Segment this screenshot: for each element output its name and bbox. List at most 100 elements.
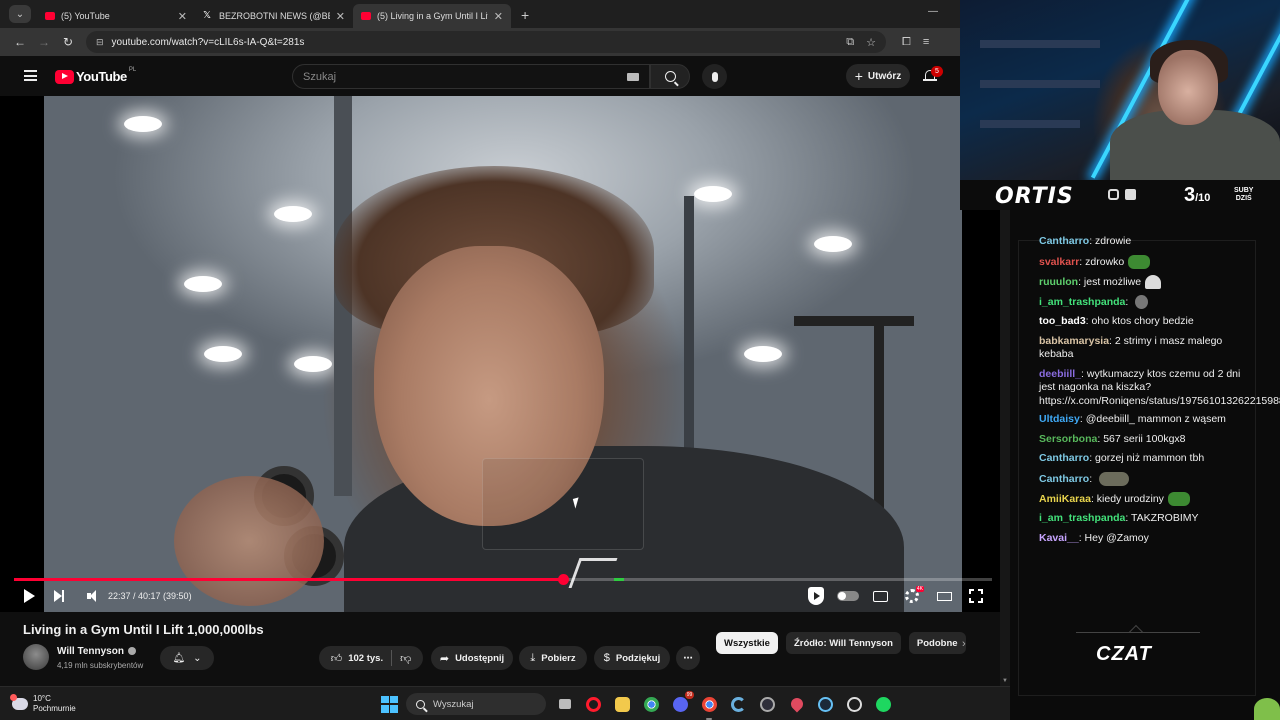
bookmark-star-icon[interactable]: ☆ xyxy=(866,36,876,49)
spotify-icon[interactable] xyxy=(873,694,894,715)
new-tab-button[interactable]: + xyxy=(521,7,529,23)
chat-username[interactable]: Cantharro xyxy=(1039,473,1089,485)
next-button[interactable] xyxy=(44,584,74,608)
chat-username[interactable]: deebiill_ xyxy=(1039,368,1081,380)
browser-tab-strip: ⌄ (5) YouTube ✕ 𝕏 BEZROBOTNI NEWS (@BEZR… xyxy=(0,0,960,28)
address-bar[interactable]: ⊟ youtube.com/watch?v=cLIL6s-IA-Q&t=281s… xyxy=(86,31,886,53)
more-horizontal-icon: ⋯ xyxy=(683,652,693,664)
minimize-window-icon[interactable]: — xyxy=(928,6,938,17)
site-info-icon[interactable]: ⊟ xyxy=(96,37,104,48)
youtube-favicon-icon xyxy=(361,12,371,20)
scroll-down-icon[interactable]: ▼ xyxy=(1002,678,1008,684)
tab-search-button[interactable]: ⌄ xyxy=(9,5,31,23)
back-arrow-icon[interactable]: ← xyxy=(8,35,32,49)
reload-icon[interactable]: ↻ xyxy=(56,35,80,49)
task-view-icon[interactable] xyxy=(554,694,575,715)
discord-icon[interactable]: 99 xyxy=(670,690,694,715)
settings-button[interactable]: 4K xyxy=(896,584,928,608)
region-code: PL xyxy=(128,66,137,73)
reading-list-icon[interactable]: ≡ xyxy=(923,36,929,49)
tab-x-bezrobotni[interactable]: 𝕏 BEZROBOTNI NEWS (@BEZROB ✕ xyxy=(195,4,353,28)
chip-from-channel[interactable]: Źródło: Will Tennyson xyxy=(785,632,901,654)
chat-username[interactable]: Cantharro xyxy=(1039,452,1089,464)
file-explorer-icon[interactable] xyxy=(612,694,633,715)
chat-username[interactable]: Ultdaisy xyxy=(1039,413,1080,425)
chat-username[interactable]: i_am_trashpanda xyxy=(1039,296,1125,308)
chip-related[interactable]: Podobne xyxy=(908,632,966,654)
sub-goal-label: SUBY DZIŚ xyxy=(1234,187,1254,202)
chat-username[interactable]: Kavai__ xyxy=(1039,532,1079,544)
video-frame[interactable] xyxy=(44,96,962,612)
chat-username[interactable]: babkamarysia xyxy=(1039,335,1109,347)
search-button[interactable] xyxy=(650,64,690,89)
theater-mode-button[interactable] xyxy=(928,584,960,608)
weather-condition: Pochmurnie xyxy=(33,704,76,713)
download-button[interactable]: ⤓ Pobierz xyxy=(519,646,587,670)
sub-goal-counter: 3/10 xyxy=(1184,184,1211,206)
create-label: Utwórz xyxy=(867,70,902,82)
cast-icon[interactable]: ⧉ xyxy=(846,36,854,49)
search-input[interactable] xyxy=(303,70,627,83)
more-actions-button[interactable]: ⋯ xyxy=(676,646,700,670)
create-button[interactable]: + Utwórz xyxy=(846,64,910,88)
fullscreen-button[interactable] xyxy=(960,584,992,608)
tab-close-icon[interactable]: ✕ xyxy=(336,10,345,23)
menu-hamburger-icon[interactable] xyxy=(24,70,37,81)
youtube-logo[interactable]: YouTube PL xyxy=(55,66,137,84)
tab-youtube-video[interactable]: (5) Living in a Gym Until I Lift 1 ✕ xyxy=(353,4,511,28)
volume-icon xyxy=(87,590,96,602)
streamer-name: ORTIS xyxy=(995,184,1074,209)
maps-pin-icon[interactable] xyxy=(786,694,807,715)
channel-name[interactable]: Will Tennyson xyxy=(57,646,136,657)
chat-username[interactable]: ruuulon xyxy=(1039,276,1078,288)
voice-search-button[interactable] xyxy=(702,64,727,89)
chat-username[interactable]: i_am_trashpanda xyxy=(1039,512,1125,524)
play-button[interactable] xyxy=(14,584,44,608)
mute-button[interactable] xyxy=(74,584,104,608)
taskbar-search[interactable]: Wyszukaj xyxy=(406,693,546,715)
tab-title: (5) YouTube xyxy=(61,11,110,21)
chat-text: Hey @Zamoy xyxy=(1084,531,1149,544)
forward-arrow-icon[interactable]: → xyxy=(32,35,56,49)
channel-avatar[interactable] xyxy=(23,644,49,670)
autoplay-toggle-icon xyxy=(837,591,859,601)
frog-emote-icon xyxy=(1128,254,1151,269)
thumbs-down-icon[interactable]: 👎︎ xyxy=(400,652,411,665)
video-player[interactable]: 22:37 / 40:17 (39:50) 4K xyxy=(0,96,1000,612)
weather-widget[interactable]: 10°C Pochmurnie xyxy=(10,694,76,714)
chrome-icon[interactable] xyxy=(641,694,662,715)
chat-username[interactable]: Cantharro xyxy=(1039,235,1089,247)
chat-message: i_am_trashpanda: TAKZROBIMY xyxy=(1039,512,1199,525)
like-count[interactable]: 102 tys. xyxy=(348,653,383,664)
start-button-windows-icon[interactable] xyxy=(381,695,398,713)
sponsor-skip-button[interactable] xyxy=(800,584,832,608)
chat-text: @deebiill_ mammon z wąsem xyxy=(1085,413,1226,426)
chatgpt-icon[interactable] xyxy=(844,694,865,715)
x-favicon-icon: 𝕏 xyxy=(203,10,212,21)
tab-youtube-home[interactable]: (5) YouTube ✕ xyxy=(37,4,195,28)
thumbs-up-icon[interactable]: 👍︎ xyxy=(331,652,343,665)
tab-close-icon[interactable]: ✕ xyxy=(178,10,187,23)
chat-text: zdrowko xyxy=(1085,255,1125,268)
thanks-button[interactable]: $ Podziękuj xyxy=(594,646,670,670)
autoplay-toggle[interactable] xyxy=(832,584,864,608)
steam-icon[interactable] xyxy=(815,694,836,715)
opera-gx-icon[interactable] xyxy=(583,694,604,715)
youtube-play-logo-icon xyxy=(55,69,74,84)
extensions-icon[interactable]: ⧠ xyxy=(902,36,911,49)
tab-close-icon[interactable]: ✕ xyxy=(494,10,503,23)
chat-username[interactable]: too_bad3 xyxy=(1039,315,1086,327)
keyboard-icon[interactable] xyxy=(627,72,639,81)
progress-bar[interactable] xyxy=(14,574,992,585)
chrome-active-icon[interactable] xyxy=(699,694,720,720)
ccleaner-icon[interactable] xyxy=(728,694,749,715)
subtitles-button[interactable] xyxy=(864,584,896,608)
chat-username[interactable]: Sersorbona xyxy=(1039,433,1097,445)
chat-username[interactable]: svalkarr xyxy=(1039,255,1079,267)
chip-all[interactable]: Wszystkie xyxy=(716,632,778,654)
obs-icon[interactable] xyxy=(757,694,778,715)
chat-username[interactable]: AmiiKaraa xyxy=(1039,493,1091,505)
subscription-notifications-button[interactable]: 🔔︎ ⌄ xyxy=(160,646,214,670)
chevron-right-icon[interactable]: › xyxy=(962,638,966,650)
share-button[interactable]: ➦ Udostępnij xyxy=(431,646,513,670)
